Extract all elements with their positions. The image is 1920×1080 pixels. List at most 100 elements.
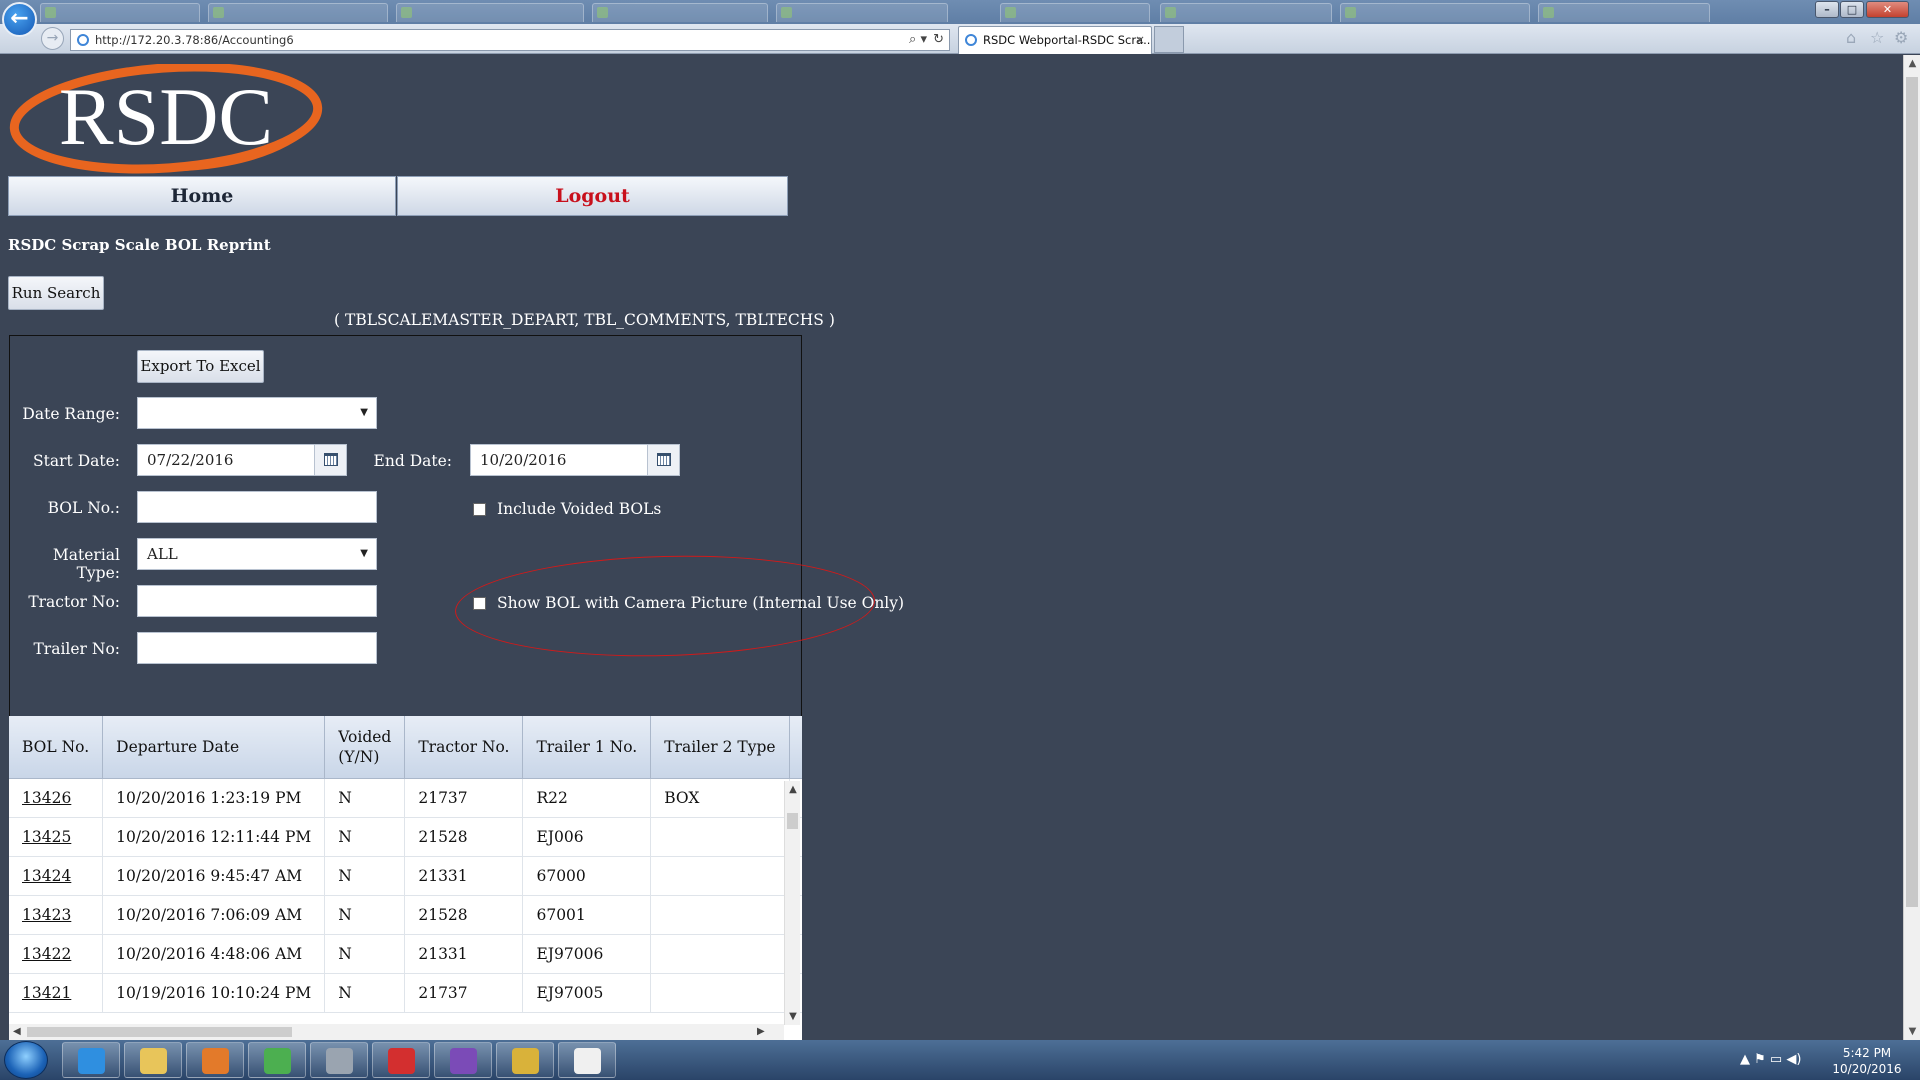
end-date-input[interactable]: 10/20/2016: [470, 444, 680, 476]
column-header[interactable]: Trailer 2 No: [789, 716, 802, 779]
bol-link[interactable]: 13426: [22, 789, 71, 807]
tractor-no-input[interactable]: [137, 585, 377, 617]
chrome-icon[interactable]: [248, 1042, 306, 1078]
bol-link-cell[interactable]: 13422: [9, 934, 104, 974]
favorites-star-icon[interactable]: ☆: [1870, 28, 1884, 47]
trailer-no-label: Trailer No:: [33, 640, 120, 658]
background-tab[interactable]: [1538, 3, 1710, 22]
address-bar[interactable]: http://172.20.3.78:86/Accounting6 ⌕ ▾ ↻: [70, 29, 950, 51]
background-tab[interactable]: [1340, 3, 1530, 22]
minimize-button[interactable]: –: [1815, 1, 1839, 18]
calculator-icon[interactable]: [310, 1042, 368, 1078]
file-explorer-icon-glyph: [140, 1048, 167, 1074]
table-header-row: BOL No. Departure Date Voided (Y/N) Tractor…: [9, 716, 802, 779]
internet-explorer-icon[interactable]: [62, 1042, 120, 1078]
taskbar-clock[interactable]: 5:42 PM 10/20/2016: [1822, 1045, 1912, 1077]
bol-no-input[interactable]: [137, 491, 377, 523]
end-date-label: End Date:: [373, 452, 452, 470]
bol-link[interactable]: 13421: [22, 984, 71, 1002]
bol-link[interactable]: 13422: [22, 945, 71, 963]
table-cell: 10/20/2016 9:45:47 AM: [102, 856, 326, 896]
home-icon[interactable]: ⌂: [1846, 28, 1856, 47]
background-tab[interactable]: [40, 3, 200, 22]
export-to-excel-button[interactable]: Export To Excel: [137, 350, 264, 383]
bol-link[interactable]: 13425: [22, 828, 71, 846]
table-row[interactable]: 13422 10/20/2016 4:48:06 AM N 21331 EJ97006: [9, 934, 802, 974]
bol-link-cell[interactable]: 13423: [9, 895, 104, 935]
bol-link[interactable]: 13423: [22, 906, 71, 924]
url-text: http://172.20.3.78:86/Accounting6: [95, 33, 294, 47]
bol-link-cell[interactable]: 13421: [9, 973, 104, 1013]
back-arrow-icon[interactable]: ←: [2, 2, 37, 37]
table-cell: N: [324, 856, 406, 896]
dropdown-arrow-icon: ▼: [360, 407, 368, 418]
home-menu-button[interactable]: Home: [8, 176, 396, 216]
scroll-up-icon[interactable]: ▲: [785, 784, 801, 795]
background-tab[interactable]: [1000, 3, 1150, 22]
background-tab[interactable]: [592, 3, 768, 22]
column-header[interactable]: Trailer 1 No.: [522, 716, 652, 779]
bol-link-cell[interactable]: 13426: [9, 778, 104, 818]
trailer-no-input[interactable]: [137, 632, 377, 664]
background-tab[interactable]: [208, 3, 388, 22]
scroll-down-icon[interactable]: ▼: [785, 1011, 801, 1022]
start-date-input[interactable]: 07/22/2016: [137, 444, 347, 476]
column-header[interactable]: Trailer 2 Type: [650, 716, 790, 779]
material-type-select[interactable]: ALL ▼: [137, 538, 377, 570]
filter-panel: [9, 335, 802, 717]
forward-arrow-icon[interactable]: →: [41, 27, 64, 50]
table-row[interactable]: 1342610/20/2016 1:23:19 PMN21737R22BOX95…: [9, 778, 802, 818]
scroll-thumb[interactable]: [1906, 77, 1918, 907]
visual-studio-icon[interactable]: [434, 1042, 492, 1078]
ie-page-icon: [965, 34, 977, 46]
media-player-icon[interactable]: [186, 1042, 244, 1078]
scroll-up-icon[interactable]: ▲: [1904, 58, 1920, 69]
background-tab[interactable]: [396, 3, 584, 22]
scroll-thumb[interactable]: [787, 813, 798, 829]
browser-tab-strip: – □ ✕: [0, 0, 1920, 24]
bol-link-cell[interactable]: 13425: [9, 817, 104, 857]
include-voided-checkbox[interactable]: [473, 503, 486, 516]
grid-horizontal-scrollbar[interactable]: ◀ ▶: [9, 1024, 784, 1040]
mail-icon[interactable]: [372, 1042, 430, 1078]
grid-vertical-scrollbar[interactable]: ▲ ▼: [784, 781, 800, 1025]
new-tab-button[interactable]: [1154, 26, 1184, 53]
date-range-select[interactable]: ▼: [137, 397, 377, 429]
table-cell: [650, 934, 790, 974]
start-button-icon[interactable]: [4, 1041, 48, 1079]
column-header[interactable]: BOL No.: [9, 716, 104, 779]
column-header[interactable]: Tractor No.: [404, 716, 524, 779]
column-header[interactable]: Departure Date: [102, 716, 326, 779]
logout-menu-button[interactable]: Logout: [397, 176, 788, 216]
table-row[interactable]: 13421 10/19/2016 10:10:24 PM N 21737 EJ97005: [9, 973, 802, 1013]
app-icon[interactable]: [496, 1042, 554, 1078]
page-vertical-scrollbar[interactable]: ▲ ▼: [1903, 55, 1920, 1040]
file-explorer-icon[interactable]: [124, 1042, 182, 1078]
settings-gear-icon[interactable]: ⚙: [1894, 28, 1908, 47]
scroll-thumb[interactable]: [27, 1027, 292, 1037]
background-tab[interactable]: [776, 3, 948, 22]
table-cell: [650, 856, 790, 896]
column-header[interactable]: Voided (Y/N): [324, 716, 406, 779]
window-close-button[interactable]: ✕: [1866, 1, 1909, 18]
table-row[interactable]: 13425 10/20/2016 12:11:44 PM N 21528 EJ006: [9, 817, 802, 857]
bol-link[interactable]: 13424: [22, 867, 71, 885]
refresh-icon[interactable]: ↻: [933, 30, 944, 50]
scroll-left-icon[interactable]: ◀: [13, 1024, 21, 1040]
search-icon[interactable]: ⌕ ▾: [909, 30, 927, 50]
bol-link-cell[interactable]: 13424: [9, 856, 104, 896]
table-cell: 10/20/2016 4:48:06 AM: [102, 934, 326, 974]
window-icon[interactable]: [558, 1042, 616, 1078]
calendar-icon[interactable]: [647, 445, 679, 475]
scroll-down-icon[interactable]: ▼: [1904, 1026, 1920, 1037]
active-browser-tab[interactable]: RSDC Webportal-RSDC Scra... ×: [958, 26, 1152, 54]
tab-close-icon[interactable]: ×: [1135, 27, 1145, 53]
bol-results-grid: BOL No. Departure Date Voided (Y/N) Tractor…: [9, 716, 802, 1040]
table-cell: EJ97006: [522, 934, 652, 974]
table-row[interactable]: 13424 10/20/2016 9:45:47 AM N 21331 67000: [9, 856, 802, 896]
scroll-right-icon[interactable]: ▶: [757, 1024, 765, 1040]
background-tab[interactable]: [1160, 3, 1332, 22]
maximize-button[interactable]: □: [1840, 1, 1864, 18]
table-row[interactable]: 13423 10/20/2016 7:06:09 AM N 21528 67001: [9, 895, 802, 935]
run-search-button[interactable]: Run Search: [8, 276, 104, 310]
